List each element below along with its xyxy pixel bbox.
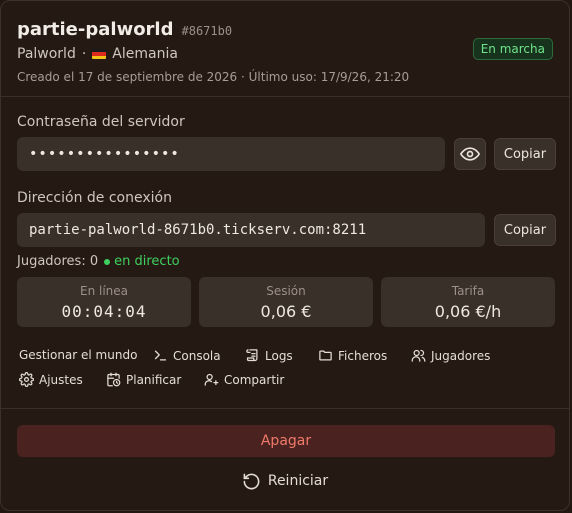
users-icon	[411, 349, 426, 362]
game-name: Palworld	[17, 46, 76, 62]
password-label: Contraseña del servidor	[17, 114, 185, 130]
settings-link[interactable]: Ajustes	[19, 372, 83, 387]
password-field[interactable]: ••••••••••••••••	[17, 137, 445, 171]
restart-label: Reiniciar	[267, 473, 329, 489]
show-password-button[interactable]	[454, 138, 486, 170]
server-name: partie-palworld	[17, 19, 174, 40]
players-link[interactable]: Jugadores	[411, 348, 490, 363]
server-card: partie-palworld #8671b0 Palworld · Alema…	[0, 0, 570, 511]
copy-password-button[interactable]: Copiar	[494, 138, 556, 170]
share-link[interactable]: Compartir	[204, 372, 284, 387]
action-label: Ficheros	[338, 348, 388, 363]
eye-icon	[460, 147, 480, 161]
players-count: Jugadores: 0	[17, 254, 99, 269]
console-link[interactable]: Consola	[153, 348, 221, 363]
stop-server-button[interactable]: Apagar	[17, 425, 555, 457]
action-label: Jugadores	[431, 348, 491, 363]
files-link[interactable]: Ficheros	[318, 348, 387, 363]
action-label: Gestionar el mundo	[19, 348, 138, 362]
action-label: Ajustes	[39, 372, 83, 387]
action-label: Consola	[173, 348, 221, 363]
germany-flag-icon	[92, 49, 107, 59]
connection-label: Dirección de conexión	[17, 190, 172, 206]
players-status: Jugadores: 0 en directo	[17, 254, 180, 269]
stat-rate: Tarifa 0,06 €/h	[381, 277, 555, 327]
restart-button[interactable]: Reiniciar	[1, 468, 569, 494]
stat-session: Sesión 0,06 €	[199, 277, 373, 327]
stat-value: 0,06 €	[260, 301, 312, 321]
terminal-icon	[154, 350, 167, 361]
divider	[1, 96, 569, 97]
status-badge: En marcha	[472, 38, 553, 60]
schedule-link[interactable]: Planificar	[106, 372, 181, 387]
restart-icon	[243, 473, 260, 489]
live-dot-icon	[104, 258, 111, 265]
logs-link[interactable]: Logs	[245, 348, 293, 363]
manage-world-link[interactable]: Gestionar el mundo	[19, 348, 137, 362]
server-meta: Creado el 17 de septiembre de 2026 · Últ…	[17, 70, 410, 84]
copy-address-button[interactable]: Copiar	[494, 214, 556, 246]
live-label: en directo	[114, 254, 180, 269]
server-country: Alemania	[112, 46, 178, 62]
stat-label: Sesión	[266, 283, 306, 298]
folder-icon	[319, 350, 332, 361]
logs-icon	[246, 349, 258, 362]
stat-label: En línea	[79, 283, 128, 298]
server-hash: #8671b0	[181, 24, 233, 38]
separator-dot: ·	[81, 46, 87, 62]
divider	[1, 408, 569, 409]
action-label: Compartir	[224, 372, 285, 387]
connection-address-field[interactable]: partie-palworld-8671b0.tickserv.com:8211	[17, 213, 485, 247]
live-indicator: en directo	[104, 254, 180, 269]
stat-value: 00:04:04	[61, 301, 147, 321]
user-plus-icon	[204, 373, 219, 386]
action-label: Planificar	[126, 372, 182, 387]
gear-icon	[19, 372, 34, 387]
stat-label: Tarifa	[451, 283, 485, 298]
stat-online: En línea 00:04:04	[17, 277, 191, 327]
stat-value: 0,06 €/h	[434, 301, 502, 321]
calendar-clock-icon	[107, 372, 121, 387]
action-label: Logs	[265, 348, 293, 363]
